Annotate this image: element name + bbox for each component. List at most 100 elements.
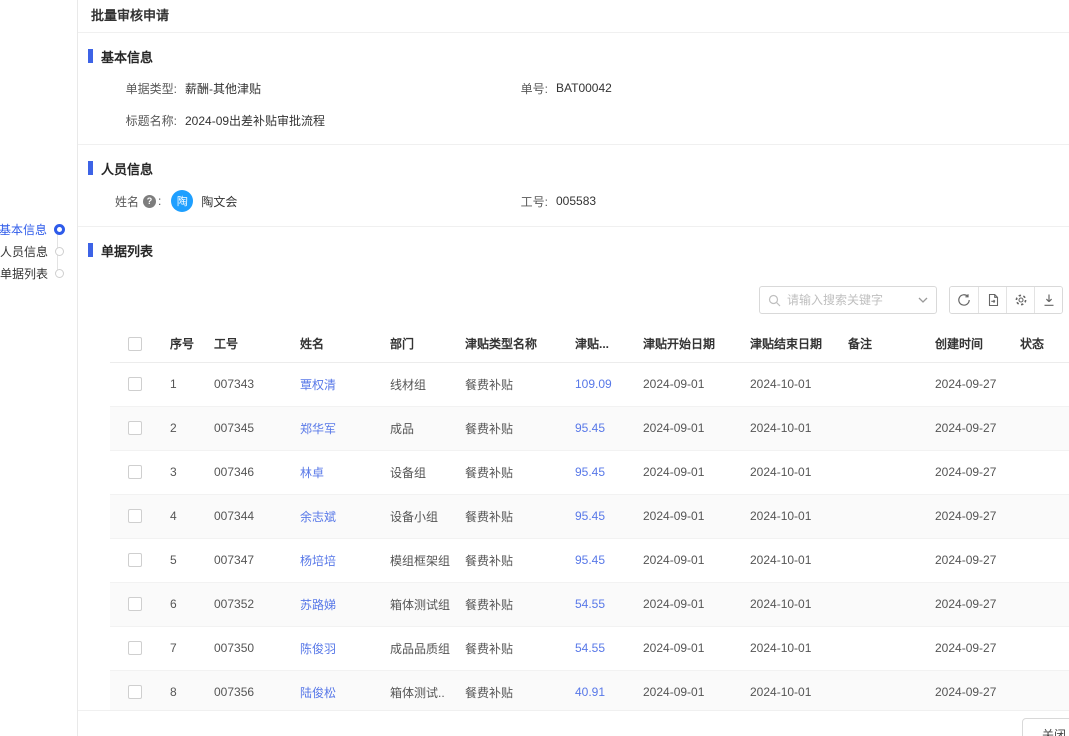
field-title-name: 标题名称: 2024-09出差补贴审批流程 [115, 112, 512, 129]
gear-icon [1014, 293, 1028, 307]
table-row[interactable]: 2 007345 郑华军 成品 餐费补贴 95.45 2024-09-01 20… [110, 406, 1069, 450]
cell-dept: 线材组 [378, 362, 453, 406]
step-dot-icon [54, 224, 65, 235]
allowance-amount-link[interactable]: 54.55 [563, 582, 631, 626]
employee-name-link[interactable]: 郑华军 [288, 406, 378, 450]
cell-remark [836, 494, 923, 538]
settings-button[interactable] [1006, 287, 1034, 313]
footer-bar: 关闭 [78, 710, 1069, 736]
row-checkbox[interactable] [128, 641, 142, 655]
sidebar-item-person-info[interactable]: 人员信息 [0, 240, 77, 262]
allowance-amount-link[interactable]: 95.45 [563, 494, 631, 538]
table-row[interactable]: 6 007352 苏路娣 箱体测试组 餐费补贴 54.55 2024-09-01… [110, 582, 1069, 626]
nav-label: 人员信息 [0, 243, 48, 260]
cell-start-date: 2024-09-01 [631, 450, 738, 494]
row-checkbox[interactable] [128, 509, 142, 523]
field-label: 工号: [512, 193, 548, 210]
sidebar-item-basic-info[interactable]: 基本信息 [0, 218, 77, 240]
cell-allowance-type: 餐费补贴 [453, 538, 563, 582]
section-marker-bar [88, 161, 93, 175]
row-checkbox[interactable] [128, 421, 142, 435]
cell-allowance-type: 餐费补贴 [453, 450, 563, 494]
cell-status [1008, 538, 1069, 582]
cell-emp-id: 007345 [202, 406, 288, 450]
cell-end-date: 2024-10-01 [738, 362, 836, 406]
cell-end-date: 2024-10-01 [738, 582, 836, 626]
table-row[interactable]: 1 007343 覃权清 线材组 餐费补贴 109.09 2024-09-01 … [110, 362, 1069, 406]
select-all-checkbox[interactable] [128, 337, 142, 351]
export-file-icon [986, 293, 1000, 307]
cell-allowance-type: 餐费补贴 [453, 626, 563, 670]
employee-name-link[interactable]: 苏路娣 [288, 582, 378, 626]
search-combobox[interactable] [759, 286, 937, 314]
close-button[interactable]: 关闭 [1022, 718, 1069, 736]
allowance-amount-link[interactable]: 109.09 [563, 362, 631, 406]
allowance-amount-link[interactable]: 95.45 [563, 450, 631, 494]
section-header: 基本信息 [88, 46, 1069, 66]
cell-status [1008, 670, 1069, 714]
allowance-amount-link[interactable]: 54.55 [563, 626, 631, 670]
col-header-end-date: 津贴结束日期 [738, 326, 836, 362]
cell-emp-id: 007350 [202, 626, 288, 670]
employee-name-link[interactable]: 杨培培 [288, 538, 378, 582]
employee-name-link[interactable]: 林卓 [288, 450, 378, 494]
avatar: 陶 [171, 190, 193, 212]
export-button[interactable] [978, 287, 1006, 313]
cell-seq: 2 [158, 406, 202, 450]
anchor-nav: 基本信息 人员信息 单据列表 [0, 218, 77, 284]
sidebar: 基本信息 人员信息 单据列表 [0, 0, 78, 736]
cell-seq: 7 [158, 626, 202, 670]
table-row[interactable]: 8 007356 陆俊松 箱体测试.. 餐费补贴 40.91 2024-09-0… [110, 670, 1069, 714]
cell-emp-id: 007344 [202, 494, 288, 538]
allowance-amount-link[interactable]: 95.45 [563, 538, 631, 582]
row-checkbox[interactable] [128, 465, 142, 479]
cell-remark [836, 582, 923, 626]
refresh-button[interactable] [950, 287, 978, 313]
cell-dept: 设备小组 [378, 494, 453, 538]
cell-allowance-type: 餐费补贴 [453, 494, 563, 538]
chevron-down-icon[interactable] [918, 297, 928, 304]
cell-seq: 1 [158, 362, 202, 406]
row-checkbox[interactable] [128, 377, 142, 391]
row-checkbox[interactable] [128, 685, 142, 699]
allowance-amount-link[interactable]: 95.45 [563, 406, 631, 450]
download-button[interactable] [1034, 287, 1062, 313]
col-header-start-date: 津贴开始日期 [631, 326, 738, 362]
cell-start-date: 2024-09-01 [631, 362, 738, 406]
help-icon[interactable]: ? [143, 195, 156, 208]
cell-emp-id: 007347 [202, 538, 288, 582]
cell-emp-id: 007356 [202, 670, 288, 714]
cell-status [1008, 582, 1069, 626]
search-input[interactable] [787, 293, 912, 307]
employee-name-link[interactable]: 覃权清 [288, 362, 378, 406]
table-row[interactable]: 4 007344 余志斌 设备小组 餐费补贴 95.45 2024-09-01 … [110, 494, 1069, 538]
row-checkbox[interactable] [128, 553, 142, 567]
table-row[interactable]: 5 007347 杨培培 模组框架组 餐费补贴 95.45 2024-09-01… [110, 538, 1069, 582]
col-header-status: 状态 [1008, 326, 1069, 362]
employee-name-link[interactable]: 陆俊松 [288, 670, 378, 714]
employee-name-link[interactable]: 余志斌 [288, 494, 378, 538]
search-icon [768, 294, 781, 307]
person-name: 陶文会 [201, 193, 237, 210]
table-body: 1 007343 覃权清 线材组 餐费补贴 109.09 2024-09-01 … [110, 362, 1069, 714]
cell-start-date: 2024-09-01 [631, 626, 738, 670]
sidebar-item-doc-list[interactable]: 单据列表 [0, 262, 77, 284]
cell-created: 2024-09-27 [923, 494, 1008, 538]
cell-dept: 箱体测试组 [378, 582, 453, 626]
row-checkbox[interactable] [128, 597, 142, 611]
employee-name-link[interactable]: 陈俊羽 [288, 626, 378, 670]
cell-created: 2024-09-27 [923, 626, 1008, 670]
cell-seq: 4 [158, 494, 202, 538]
allowance-amount-link[interactable]: 40.91 [563, 670, 631, 714]
section-title: 基本信息 [101, 47, 153, 66]
field-doc-no: 单号: BAT00042 [512, 80, 612, 97]
cell-remark [836, 406, 923, 450]
field-colon: : [158, 194, 161, 208]
cell-status [1008, 494, 1069, 538]
field-label: 姓名 [115, 193, 139, 210]
table-row[interactable]: 7 007350 陈俊羽 成品品质组 餐费补贴 54.55 2024-09-01… [110, 626, 1069, 670]
cell-seq: 3 [158, 450, 202, 494]
table-action-buttons [949, 286, 1063, 314]
table-row[interactable]: 3 007346 林卓 设备组 餐费补贴 95.45 2024-09-01 20… [110, 450, 1069, 494]
cell-start-date: 2024-09-01 [631, 494, 738, 538]
